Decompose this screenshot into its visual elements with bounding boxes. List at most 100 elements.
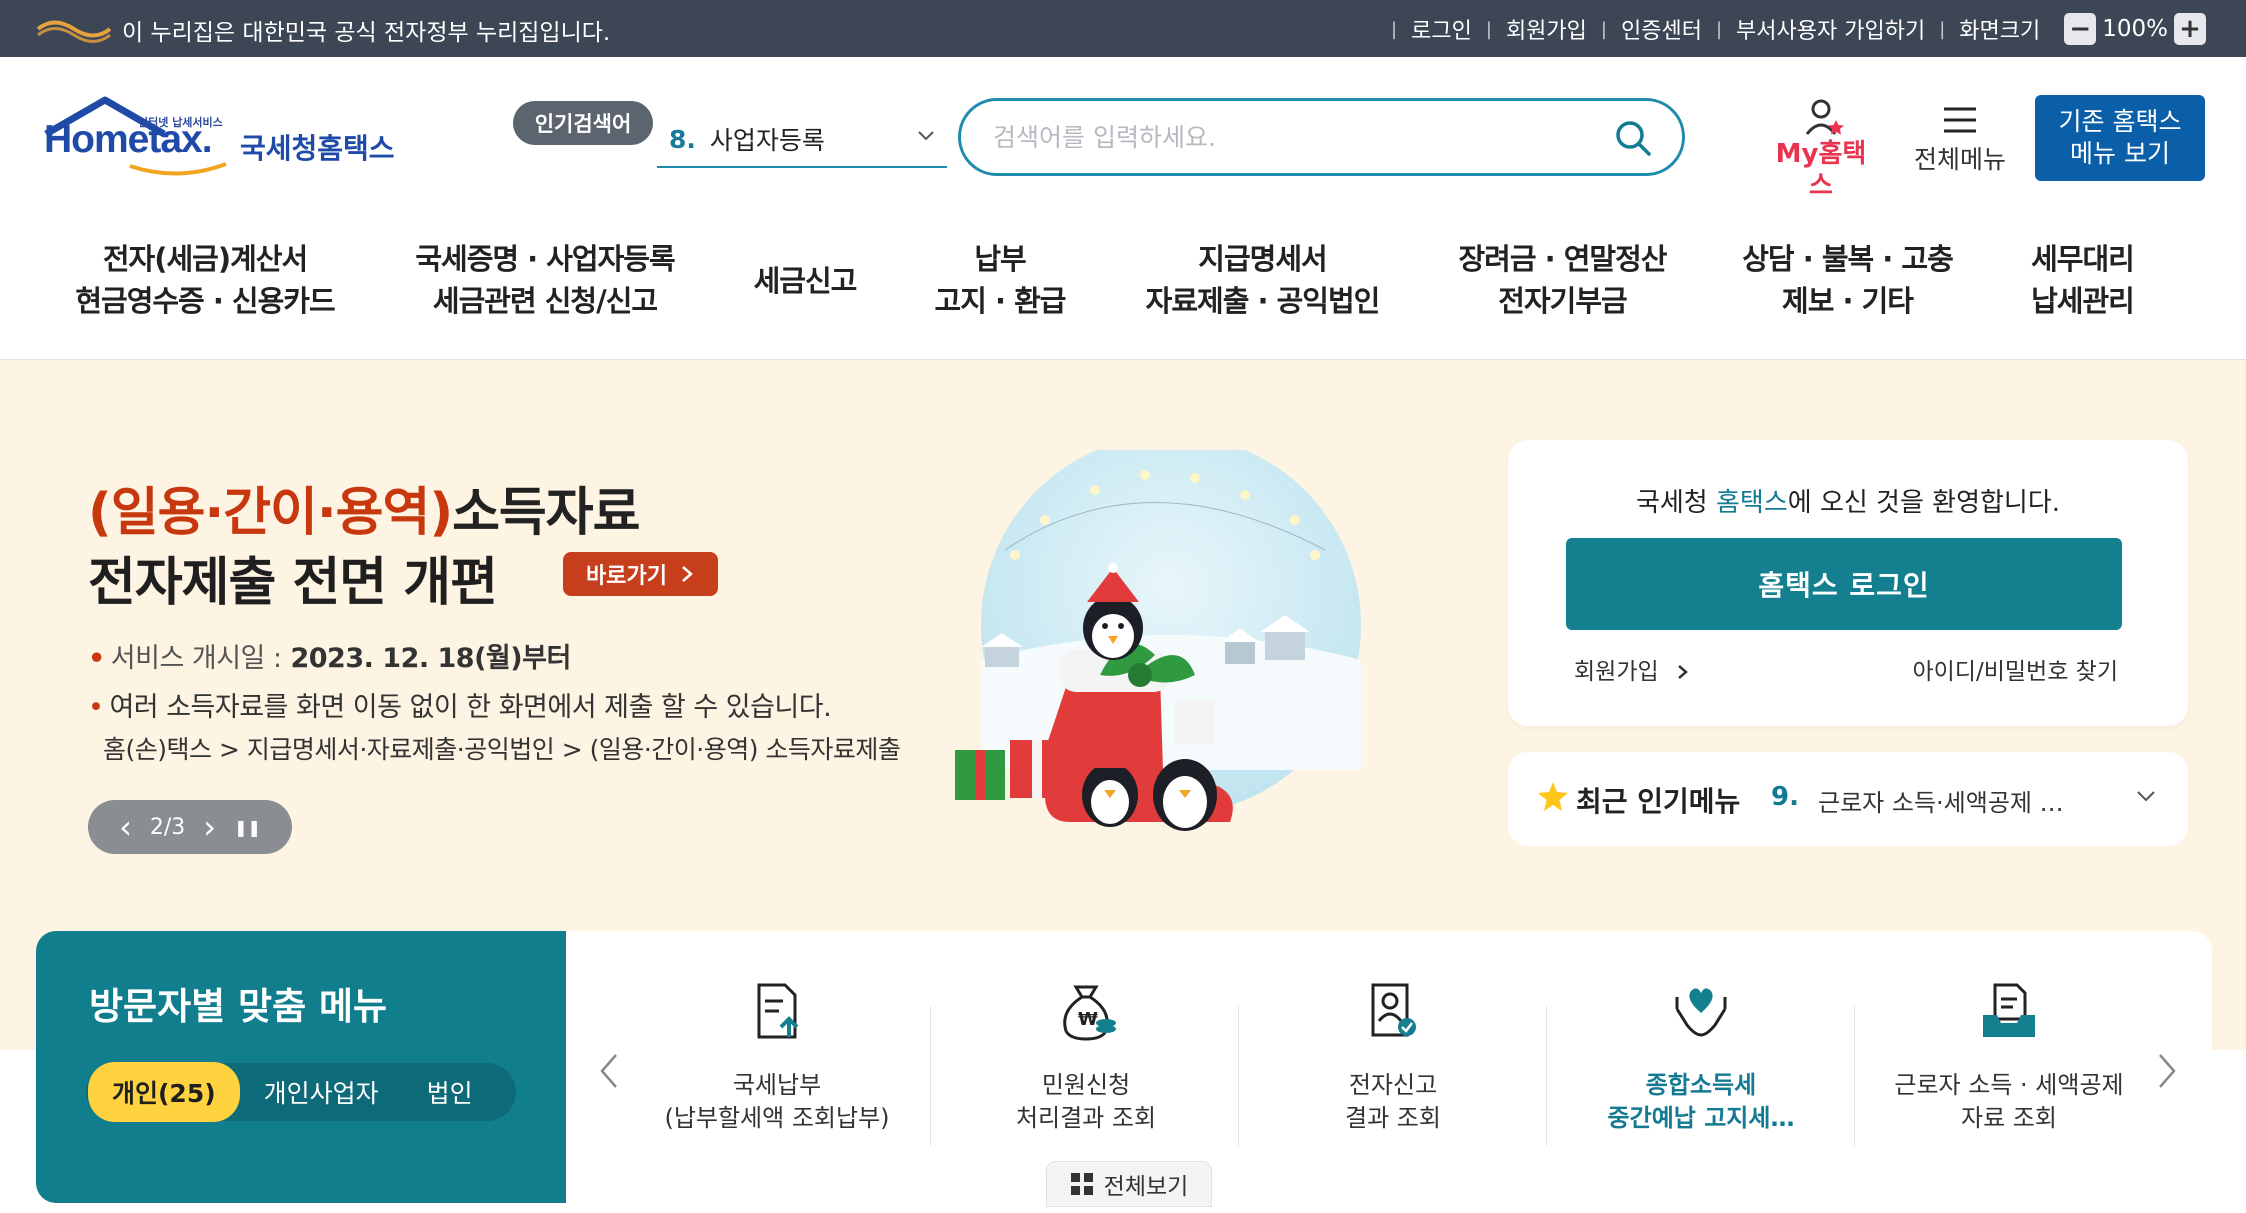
gnb-line: 상담 · 불복 · 고충 [1742,242,1954,276]
banner-title-rest: 소득자료 [452,483,640,543]
quick-item-label: 근로자 소득 · 세액공제 자료 조회 [1859,1069,2159,1135]
quick-item-civil-petition[interactable]: ₩ 민원신청 처리결과 조회 [936,979,1236,1135]
cert-center-link[interactable]: 인증센터 [1621,13,1702,45]
gnb-e-invoice[interactable]: 전자(세금)계산서 현금영수증 · 신용카드 [70,238,340,322]
chevron-down-icon [918,131,934,141]
quick-label-line: 중간예납 고지세… [1607,1104,1795,1132]
my-hometax-label: My홈택스 [1775,139,1867,201]
recent-menu-title: 최근 인기메뉴 [1576,785,1741,818]
quick-item-interim-prepayment[interactable]: 종합소득세 중간예납 고지세… [1551,979,1851,1135]
logo-swoosh-icon [129,162,227,176]
tab-sole-proprietor[interactable]: 개인사업자 [264,1074,379,1110]
divider [1238,1006,1239,1146]
recent-popular-menu[interactable]: 최근 인기메뉴 9. 근로자 소득·세액공제 … [1508,752,2188,846]
divider [1546,1006,1547,1146]
quick-label-line: (납부할세액 조회납부) [664,1104,890,1132]
my-hometax-button[interactable]: My홈택스 [1768,98,1874,201]
quick-item-tax-payment[interactable]: 국세납부 (납부할세액 조회납부) [627,979,927,1135]
carousel-controls: ‹ 2/3 › ❚❚ [88,800,292,854]
zoom-out-button[interactable]: − [2064,13,2097,45]
quick-item-label: 국세납부 (납부할세액 조회납부) [627,1069,927,1135]
gov-emblem-icon [36,20,112,43]
certificate-icon [1371,983,1416,1037]
gnb-line: 세금신고 [753,264,858,298]
zoom-value: 100% [2102,16,2168,42]
quick-item-worker-deduction[interactable]: 근로자 소득 · 세액공제 자료 조회 [1859,979,2159,1135]
gnb-line: 세무대리 [2031,242,2135,276]
carousel-next-button[interactable]: › [203,808,216,846]
recent-menu-rank: 9. [1771,782,1799,812]
money-bag-icon: ₩ [1063,985,1116,1041]
chevron-down-icon [2137,791,2155,802]
quick-menu: 국세납부 (납부할세액 조회납부) ₩ 민원신청 처리결과 조회 전자신고 결과… [566,931,2212,1207]
main-navigation: 전자(세금)계산서 현금영수증 · 신용카드 국세증명 · 사업자등록 세금관련… [0,220,2246,360]
utility-links: | 로그인 | 회원가입 | 인증센터 | 부서사용자 가입하기 | 화면크기 … [1377,10,2212,48]
recent-menu-item: 근로자 소득·세액공제 … [1818,789,2064,817]
divider: | [1485,18,1492,40]
visitor-menu-title: 방문자별 맞춤 메뉴 [89,985,388,1028]
quick-label-line: 자료 조회 [1961,1104,2057,1132]
gnb-line: 전자기부금 [1498,284,1627,318]
gov-banner-bar: 이 누리집은 대한민국 공식 전자정부 누리집입니다. | 로그인 | 회원가입… [0,0,2246,57]
gnb-payment-refund[interactable]: 납부 고지 · 환급 [920,238,1080,322]
gnb-tax-filing[interactable]: 세금신고 [735,260,875,302]
gnb-tax-agent[interactable]: 세무대리 납세관리 [2015,238,2150,322]
gnb-line: 납세관리 [2031,284,2135,318]
hometax-login-button[interactable]: 홈택스 로그인 [1566,538,2122,630]
popular-rank: 8. [669,124,696,154]
find-id-password-link[interactable]: 아이디/비밀번호 찾기 [1912,652,2118,686]
quick-label-line: 종합소득세 [1645,1071,1757,1099]
search-box [958,98,1685,176]
welcome-brand: 홈택스 [1716,488,1788,518]
search-icon[interactable] [1614,119,1652,157]
visitor-menu-panel: 방문자별 맞춤 메뉴 개인(25) 개인사업자 법인 [36,931,566,1203]
gnb-line: 현금영수증 · 신용카드 [75,284,335,318]
svg-text:₩: ₩ [1078,1009,1098,1030]
zoom-in-button[interactable]: + [2174,13,2206,45]
chevron-right-icon[interactable] [2152,1051,2182,1091]
gnb-payment-statement[interactable]: 지급명세서 자료제출 · 공익법인 [1135,238,1390,322]
gnb-consult-appeal[interactable]: 상담 · 불복 · 고충 제보 · 기타 [1735,238,1960,322]
welcome-pre: 국세청 [1635,488,1716,518]
login-link[interactable]: 로그인 [1411,13,1472,45]
gov-notice-text: 이 누리집은 대한민국 공식 전자정부 누리집입니다. [122,20,611,46]
dept-user-signup-link[interactable]: 부서사용자 가입하기 [1736,13,1925,45]
all-menu-button[interactable]: 전체메뉴 [1900,98,2020,178]
gnb-line: 제보 · 기타 [1782,284,1914,318]
quick-label-line: 처리결과 조회 [1015,1104,1157,1132]
banner-go-button[interactable]: 바로가기 [563,552,718,596]
divider: | [1715,18,1723,40]
chevron-right-icon [1678,665,1688,679]
gnb-incentive-yearend[interactable]: 장려금 · 연말정산 전자기부금 [1445,238,1680,322]
gnb-line: 납부 [974,242,1026,276]
divider: | [1600,18,1607,40]
gnb-line: 지급명세서 [1198,242,1327,276]
gnb-line: 전자(세금)계산서 [102,242,308,276]
view-all-button[interactable]: 전체보기 [1046,1161,1212,1207]
tab-corporation[interactable]: 법인 [427,1074,473,1110]
gnb-certificate-registration[interactable]: 국세증명 · 사업자등록 세금관련 신청/신고 [405,238,685,322]
carousel-pause-button[interactable]: ❚❚ [234,818,261,837]
quick-item-e-filing-result[interactable]: 전자신고 결과 조회 [1243,979,1543,1135]
hamburger-menu-icon [1944,107,1976,133]
visitor-tabs: 개인(25) 개인사업자 법인 [86,1062,516,1122]
signup-link[interactable]: 회원가입 [1506,13,1587,45]
quick-label-line: 국세납부 [732,1071,822,1099]
quick-label-line: 민원신청 [1041,1071,1131,1099]
signup-link[interactable]: 회원가입 [1574,652,1690,686]
view-all-label: 전체보기 [1103,1174,1189,1200]
tab-individual[interactable]: 개인(25) [88,1062,240,1122]
carousel-indicator: 2/3 [149,814,186,840]
popular-search-select[interactable]: 8. 사업자등록 [657,112,947,168]
banner-title-highlight: (일용·간이·용역) [88,483,453,543]
signup-label: 회원가입 [1574,659,1659,685]
logo-korean-name: 국세청홈택스 [240,132,395,165]
search-input[interactable] [993,122,1593,152]
divider: | [1939,18,1946,40]
quick-label-line: 근로자 소득 · 세액공제 [1894,1071,2124,1099]
quick-label-line: 결과 조회 [1345,1104,1441,1132]
chevron-left-icon[interactable] [594,1051,624,1091]
gnb-line: 장려금 · 연말정산 [1458,242,1668,276]
legacy-menu-button[interactable]: 기존 홈택스 메뉴 보기 [2035,95,2205,181]
carousel-prev-button[interactable]: ‹ [119,808,132,846]
